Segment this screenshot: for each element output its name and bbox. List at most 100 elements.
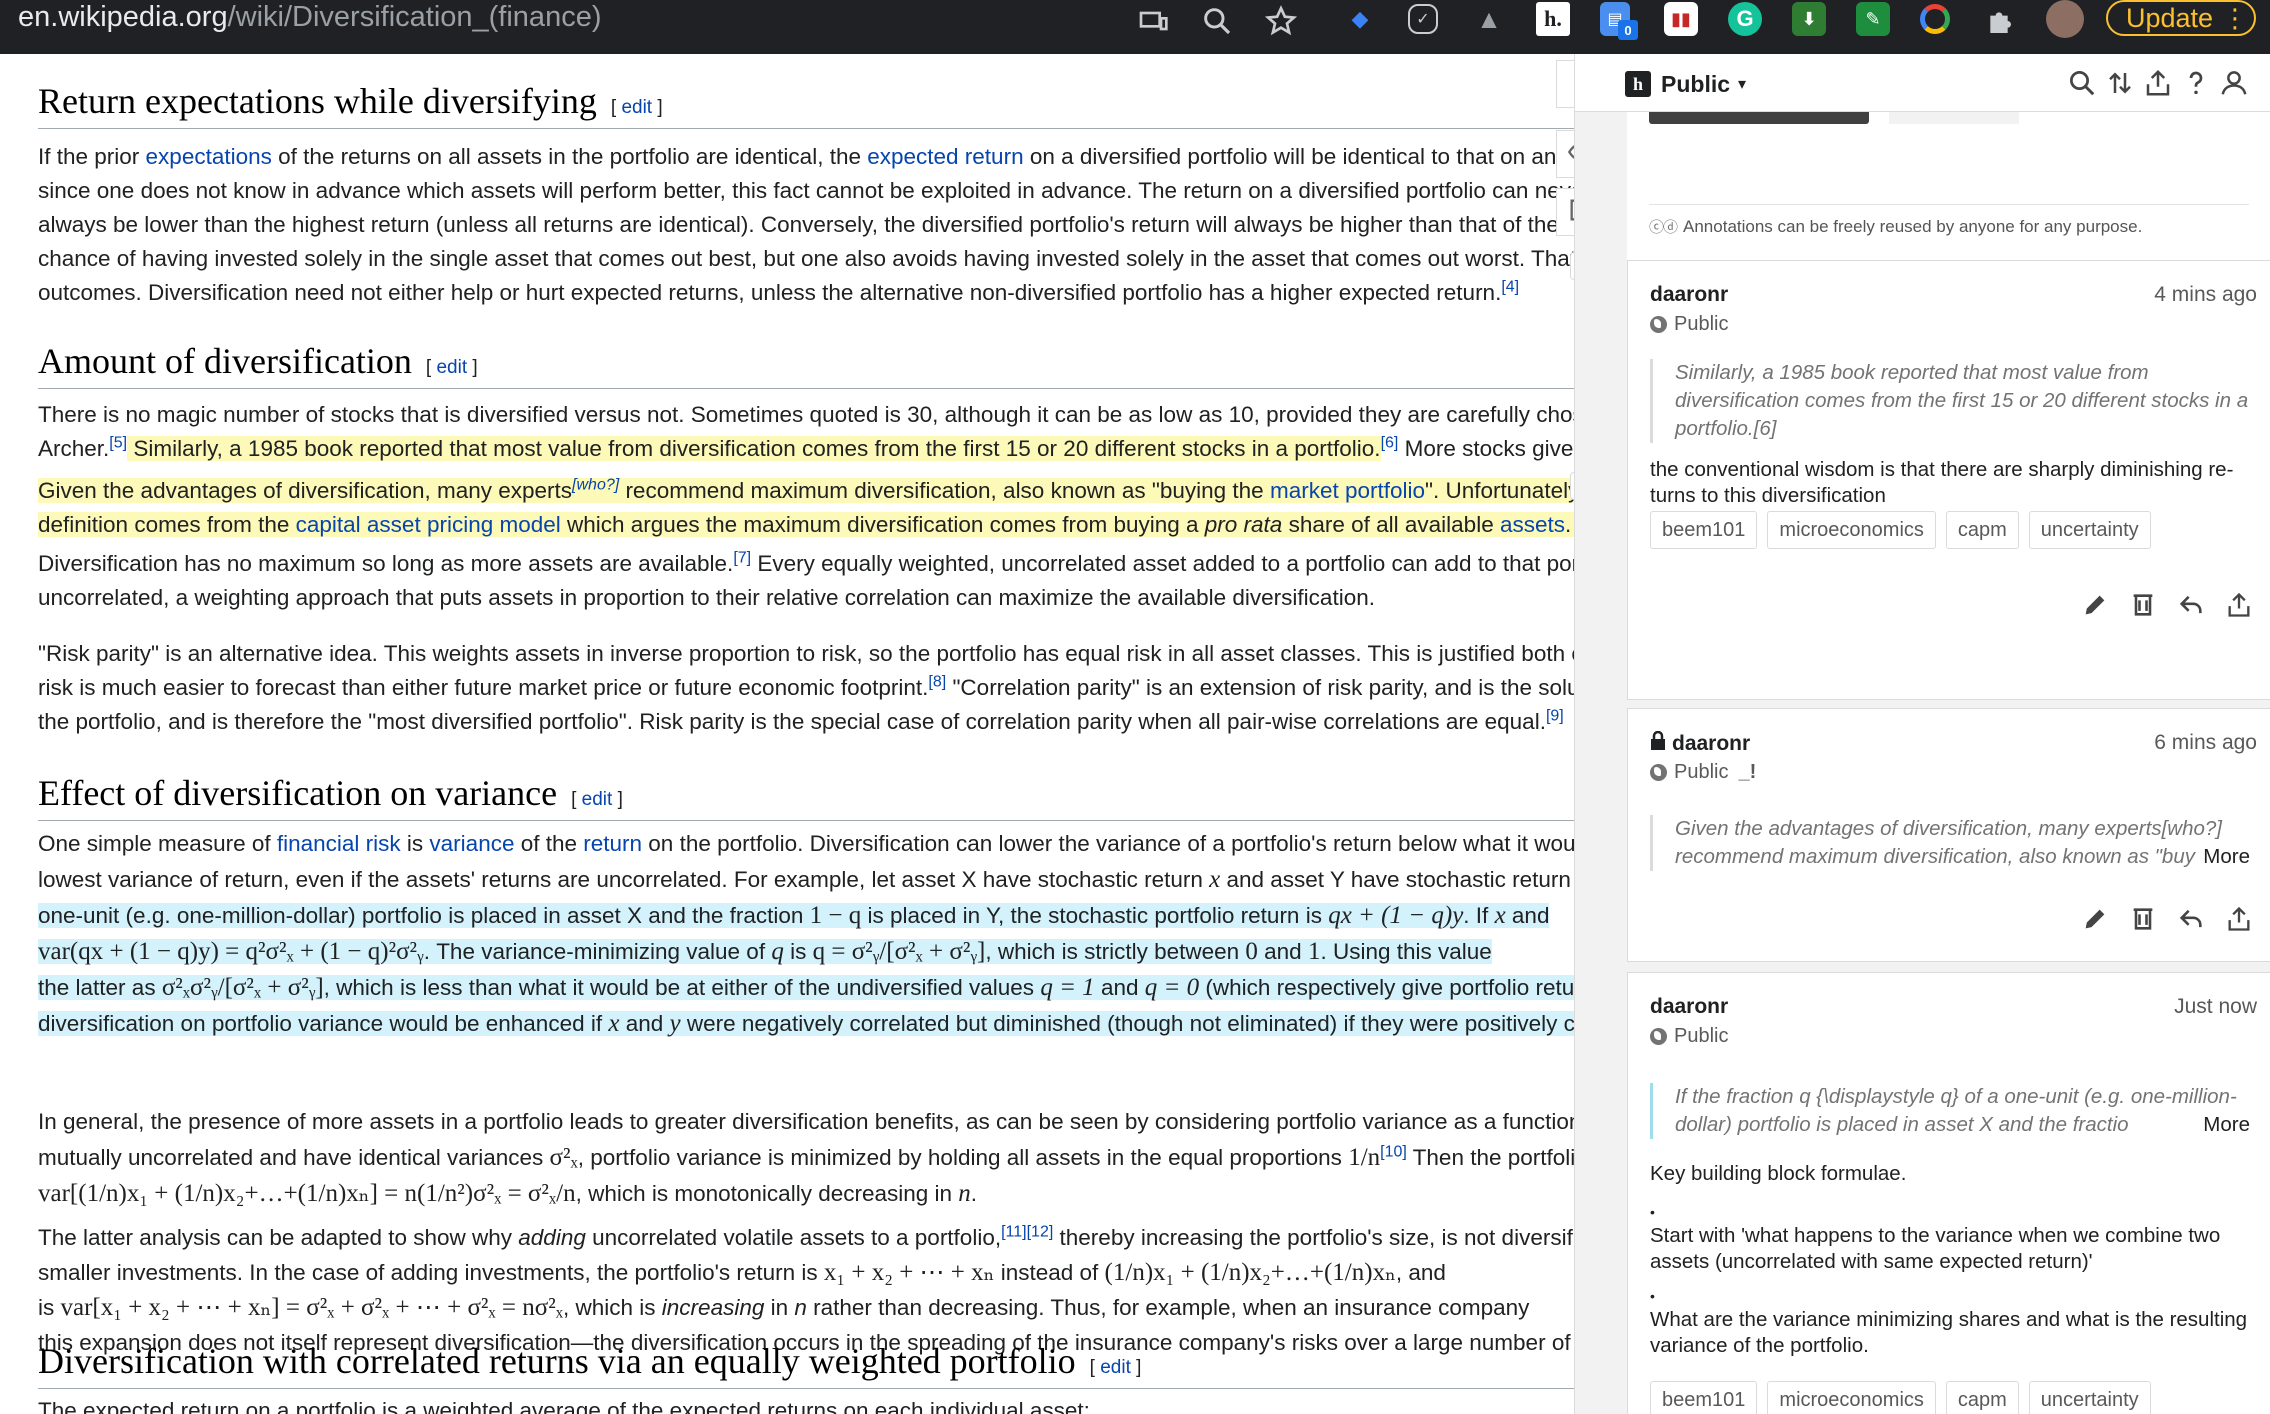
- bookmark-star-icon[interactable]: [1264, 4, 1298, 38]
- tag[interactable]: uncertainty: [2028, 511, 2151, 549]
- paragraph-correlated-returns: The expected return on a portfolio is a …: [38, 1394, 1574, 1414]
- citation-6[interactable]: [6]: [1381, 435, 1399, 452]
- license-text: Annotations can be freely reused by anyo…: [1683, 216, 2143, 236]
- text-line: One simple measure of financial risk is …: [38, 831, 1574, 856]
- annotation-timestamp[interactable]: 4 mins ago: [2154, 283, 2257, 307]
- link-assets[interactable]: assets: [1500, 512, 1565, 537]
- pocket-icon[interactable]: ✓: [1408, 4, 1438, 34]
- cancel-button[interactable]: [1889, 112, 2019, 124]
- citation-who[interactable]: [who?]: [572, 477, 619, 494]
- edit-icon[interactable]: [2081, 591, 2109, 619]
- annotation-quote[interactable]: If the fraction q {\displaystyle q} of a…: [1650, 1083, 2250, 1139]
- annotation-quote[interactable]: Given the advantages of diversification,…: [1650, 815, 2250, 871]
- text-line: since one does not know in advance which…: [38, 178, 1574, 203]
- annotation-timestamp[interactable]: Just now: [2174, 995, 2257, 1019]
- citation-11-12[interactable]: [11][12]: [1001, 1224, 1053, 1241]
- delete-icon[interactable]: [2129, 591, 2157, 619]
- citation-10[interactable]: [10]: [1380, 1144, 1407, 1161]
- tag-extension-icon[interactable]: ✎: [1856, 2, 1890, 36]
- more-link[interactable]: More: [2199, 843, 2250, 871]
- annotation-body: Key building block formulae.: [1650, 1162, 1907, 1185]
- share-icon[interactable]: [2225, 591, 2253, 619]
- link-capm[interactable]: capital asset pricing model: [296, 512, 561, 537]
- citation-9[interactable]: [9]: [1546, 708, 1564, 725]
- hypothesis-icon[interactable]: h.: [1536, 2, 1570, 36]
- annotation-highlight[interactable]: diversification on portfolio variance wo…: [38, 1010, 1574, 1037]
- puzzle-icon[interactable]: [1984, 4, 2018, 38]
- tag[interactable]: microeconomics: [1767, 511, 1936, 549]
- annotation-user[interactable]: daaronr: [1650, 730, 1750, 757]
- grammarly-icon[interactable]: G: [1728, 2, 1762, 36]
- annotation-card[interactable]: daaronr 6 mins ago Public _! Given the ad…: [1627, 708, 2270, 962]
- text-line: The expected return on a portfolio is a …: [38, 1398, 1090, 1414]
- url-host: en.wikipedia.org: [18, 1, 228, 33]
- tag[interactable]: capm: [1945, 511, 2019, 549]
- text-line: Diversification has no maximum so long a…: [38, 549, 1574, 576]
- link-expectations[interactable]: expectations: [146, 144, 272, 169]
- reader-extension-icon[interactable]: ▮▮: [1664, 2, 1698, 36]
- avatar[interactable]: [2046, 0, 2084, 38]
- citation-7[interactable]: [7]: [733, 550, 751, 567]
- edit-link-text[interactable]: edit: [436, 357, 467, 378]
- cast-icon[interactable]: [1136, 4, 1170, 38]
- edit-icon[interactable]: [2081, 905, 2109, 933]
- tag[interactable]: uncertainty: [2028, 1381, 2151, 1414]
- annotation-privacy: Public _!: [1650, 761, 1756, 784]
- group-selector[interactable]: h Public ▾: [1625, 66, 1746, 102]
- sort-icon[interactable]: [2105, 68, 2137, 100]
- extension-badge: 0: [1618, 20, 1638, 40]
- address-bar[interactable]: en.wikipedia.org/wiki/Diversification_(f…: [18, 0, 601, 38]
- edit-link-text[interactable]: edit: [621, 97, 652, 118]
- annotation-highlight[interactable]: definition comes from the capital asset …: [38, 512, 1574, 537]
- reply-icon[interactable]: [2177, 905, 2205, 933]
- text-line: lowest variance of return, even if the a…: [38, 866, 1574, 893]
- annotation-highlight[interactable]: the latter as σ²ₓσ²ᵧ/[σ²ₓ + σ²ᵧ], which …: [38, 974, 1574, 1001]
- link-expected-return[interactable]: expected return: [867, 144, 1023, 169]
- tag[interactable]: beem101: [1650, 1381, 1758, 1414]
- link-financial-risk[interactable]: financial risk: [277, 831, 401, 856]
- user-account-icon[interactable]: [2219, 68, 2251, 100]
- annotation-card[interactable]: daaronr Just now Public If the fraction …: [1627, 972, 2270, 1414]
- graduation-cap-icon[interactable]: ◆: [1343, 2, 1377, 36]
- tag[interactable]: beem101: [1650, 511, 1758, 549]
- annotation-card[interactable]: daaronr 4 mins ago Public Similarly, a 1…: [1627, 260, 2270, 700]
- text-line: risk is much easier to forecast than eit…: [38, 673, 1574, 700]
- annotation-highlight[interactable]: one-unit (e.g. one-million-dollar) portf…: [38, 902, 1550, 929]
- citation-5[interactable]: [5]: [109, 435, 127, 452]
- cc-icon: ⓒⓓ: [1649, 219, 1678, 236]
- link-market-portfolio[interactable]: market portfolio: [1270, 478, 1425, 503]
- more-link[interactable]: More: [2199, 1111, 2250, 1139]
- menu-kebab-icon[interactable]: ⋮: [2222, 2, 2248, 34]
- citation-4[interactable]: [4]: [1501, 279, 1519, 296]
- edit-link-text[interactable]: edit: [1100, 1357, 1131, 1378]
- link-return[interactable]: return: [583, 831, 642, 856]
- paragraph-variance: One simple measure of financial risk is …: [38, 826, 1574, 1042]
- annotation-highlight[interactable]: Given the advantages of diversification,…: [38, 477, 1574, 503]
- section-heading: Amount of diversification [ edit ]: [38, 340, 1574, 389]
- annotation-user[interactable]: daaronr: [1650, 283, 1728, 307]
- help-icon[interactable]: [2181, 68, 2213, 100]
- text-line: smaller investments. In the case of addi…: [38, 1259, 1446, 1286]
- link-variance[interactable]: variance: [429, 831, 514, 856]
- annotation-quote[interactable]: Similarly, a 1985 book reported that mos…: [1650, 359, 2250, 443]
- annotation-highlight[interactable]: var(qx + (1 − q)y) = q²σ²ₓ + (1 − q)²σ²ᵧ…: [38, 938, 1492, 965]
- annotation-timestamp[interactable]: 6 mins ago: [2154, 731, 2257, 755]
- loop-extension-icon[interactable]: [1920, 4, 1950, 34]
- share-icon[interactable]: [2225, 905, 2253, 933]
- citation-8[interactable]: [8]: [928, 674, 946, 691]
- update-button[interactable]: Update ⋮: [2106, 0, 2256, 36]
- edit-link-text[interactable]: edit: [582, 789, 613, 810]
- tag[interactable]: capm: [1945, 1381, 2019, 1414]
- reply-icon[interactable]: [2177, 591, 2205, 619]
- annotation-highlight[interactable]: Similarly, a 1985 book reported that mos…: [127, 436, 1381, 461]
- download-extension-icon[interactable]: ⬇: [1792, 2, 1826, 36]
- delete-icon[interactable]: [2129, 905, 2157, 933]
- share-icon[interactable]: [2143, 68, 2175, 100]
- search-icon[interactable]: [2067, 68, 2099, 100]
- post-button[interactable]: [1649, 112, 1869, 124]
- search-icon[interactable]: [1200, 4, 1234, 38]
- annotation-user[interactable]: daaronr: [1650, 995, 1728, 1019]
- drive-icon[interactable]: ▲: [1472, 2, 1506, 36]
- tag[interactable]: microeconomics: [1767, 1381, 1936, 1414]
- text-line: mutually uncorrelated and have identical…: [38, 1143, 1574, 1171]
